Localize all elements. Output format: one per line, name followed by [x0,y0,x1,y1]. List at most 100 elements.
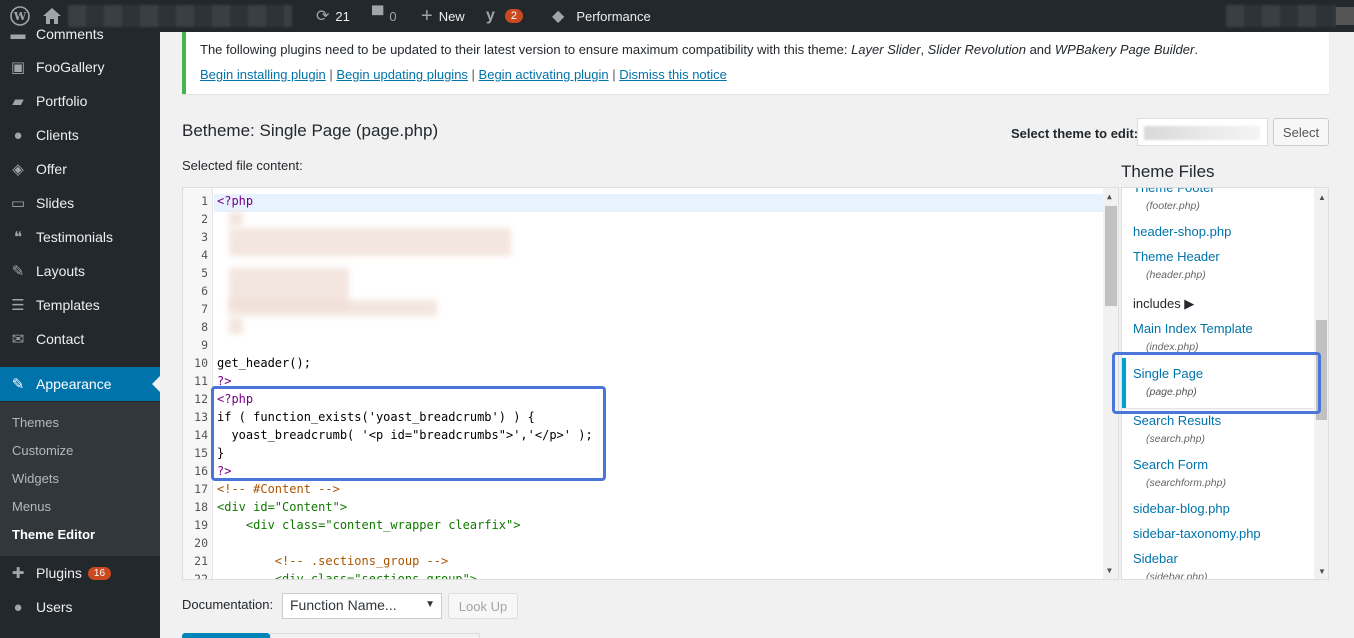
notice-prefix: The following plugins need to be updated… [200,42,852,57]
code-line: <div class="sections_group"> [217,572,478,580]
appearance-submenu: Themes Customize Widgets Menus Theme Edi… [0,402,160,556]
page-title: Betheme: Single Page (page.php) [182,121,439,140]
slides-icon: ▭ [10,195,26,212]
sidebar-item-appearance[interactable]: ✎ Appearance [0,367,160,401]
quote-icon: ❝ [13,229,23,246]
brush-icon: ✎ [11,263,25,280]
notice-plugin-name: WPBakery Page Builder [1054,42,1195,57]
annotation-highlight-file [1112,352,1321,414]
new-content-link[interactable]: + New [421,0,465,32]
documentation-label: Documentation: [182,597,274,612]
sidebar-item-label: Offer [36,161,67,177]
line-number: 18 [194,500,208,514]
sidebar-item-label: Plugins [36,565,82,581]
theme-file-link[interactable]: Main Index Template [1133,321,1253,336]
theme-file-link[interactable]: sidebar-blog.php [1133,501,1230,516]
notice-text: The following plugins need to be updated… [200,42,1198,57]
documentation-select-value: Function Name... [290,597,397,613]
look-up-button[interactable]: Look Up [448,593,518,619]
begin-updating-link[interactable]: Begin updating plugins [336,67,468,82]
plus-icon: + [421,4,433,27]
documentation-function-select[interactable]: Function Name... ▼ [282,593,442,619]
sidebar-item-offer[interactable]: ◈ Offer [0,152,160,186]
theme-file-link[interactable]: header-shop.php [1133,224,1231,239]
mail-icon: ✉ [11,331,25,348]
code-line: <div class="content_wrapper clearfix"> [217,518,521,532]
comments-link[interactable]: ▀ 0 [372,0,397,32]
update-file-button[interactable] [182,633,270,638]
scroll-down-arrow-icon[interactable]: ▼ [1107,566,1112,575]
sidebar-item-testimonials[interactable]: ❝ Testimonials [0,220,160,254]
folder-icon: ▰ [12,93,24,110]
comments-icon: ▬ [10,25,26,43]
sidebar-item-slides[interactable]: ▭ Slides [0,186,160,220]
sidebar-item-comments[interactable]: ▬ Comments [0,17,160,51]
gallery-icon: ▣ [10,59,26,76]
editor-scrollbar-thumb[interactable] [1105,206,1117,306]
sidebar-item-plugins[interactable]: ✚ Plugins 16 [0,556,160,590]
code-line: <div id="Content"> [217,500,348,514]
begin-activating-link[interactable]: Begin activating plugin [479,67,609,82]
performance-link[interactable]: ◆ Performance [552,0,651,32]
line-number: 2 [201,212,208,226]
theme-folder-includes[interactable]: includes ▶ [1133,296,1194,312]
sidebar-item-label: Users [36,599,73,615]
sidebar-item-contact[interactable]: ✉ Contact [0,322,160,356]
avatar[interactable] [1336,0,1354,32]
performance-icon: ◆ [552,8,565,25]
dismiss-notice-link[interactable]: Dismiss this notice [619,67,727,82]
sidebar-item-templates[interactable]: ☰ Templates [0,288,160,322]
line-number: 16 [194,464,208,478]
submenu-widgets[interactable]: Widgets [12,471,59,486]
sidebar-item-layouts[interactable]: ✎ Layouts [0,254,160,288]
grid-icon: ☰ [11,297,25,314]
sidebar-item-label: Slides [36,195,75,211]
yoast-icon: y [486,7,495,24]
theme-file-link[interactable]: Search Results [1133,413,1221,428]
sidebar-item-label: Templates [36,297,100,313]
scroll-up-arrow-icon[interactable]: ▲ [1318,193,1326,202]
theme-file-link[interactable]: Theme Header [1133,249,1220,264]
theme-select[interactable] [1137,118,1268,146]
submenu-theme-editor[interactable]: Theme Editor [12,527,95,542]
scroll-up-arrow-icon[interactable]: ▲ [1107,192,1112,201]
line-number: 5 [201,266,208,280]
theme-file-filename: (sidebar.php) [1146,571,1208,580]
account-blurred[interactable] [1226,0,1336,32]
performance-label: Performance [576,8,651,24]
sidebar-item-foogallery[interactable]: ▣ FooGallery [0,50,160,84]
submenu-themes[interactable]: Themes [12,415,59,430]
sidebar-item-clients[interactable]: ● Clients [0,118,160,152]
scroll-down-arrow-icon[interactable]: ▼ [1318,567,1326,576]
plugins-update-badge: 16 [87,566,112,580]
code-line: <!-- #Content --> [217,482,340,496]
submenu-customize[interactable]: Customize [12,443,73,458]
line-number: 17 [194,482,208,496]
line-number: 4 [201,248,208,262]
line-number: 20 [194,536,208,550]
sidebar-item-label: Appearance [36,376,112,392]
line-number: 10 [194,356,208,370]
code-line: <?php [217,194,254,208]
code-editor[interactable]: 1 2 3 4 5 6 7 8 9 10 11 12 13 14 15 16 1… [182,187,1119,580]
yoast-notification-badge: 2 [504,9,524,23]
notice-and: and [1025,42,1055,57]
chevron-down-icon: ▼ [425,599,435,610]
theme-file-link[interactable]: Search Form [1133,457,1208,472]
line-number: 7 [201,302,208,316]
sidebar-item-label: Clients [36,127,79,143]
submenu-menus[interactable]: Menus [12,499,51,514]
select-button[interactable]: Select [1273,118,1329,146]
theme-file-link[interactable]: sidebar-taxonomy.php [1133,526,1261,541]
begin-installing-link[interactable]: Begin installing plugin [200,67,326,82]
annotation-highlight-code [211,386,606,481]
sidebar-item-users[interactable]: ● Users [0,590,160,624]
code-line: get_header(); [217,356,311,370]
sidebar-item-portfolio[interactable]: ▰ Portfolio [0,84,160,118]
selected-file-label: Selected file content: [182,158,303,173]
theme-file-link[interactable]: Sidebar [1133,551,1178,566]
theme-file-link[interactable]: Theme Footer [1133,188,1215,195]
yoast-seo-link[interactable]: y 2 [486,0,524,32]
updates-link[interactable]: ⟳ 21 [316,0,350,32]
plugin-icon: ✚ [11,565,25,582]
